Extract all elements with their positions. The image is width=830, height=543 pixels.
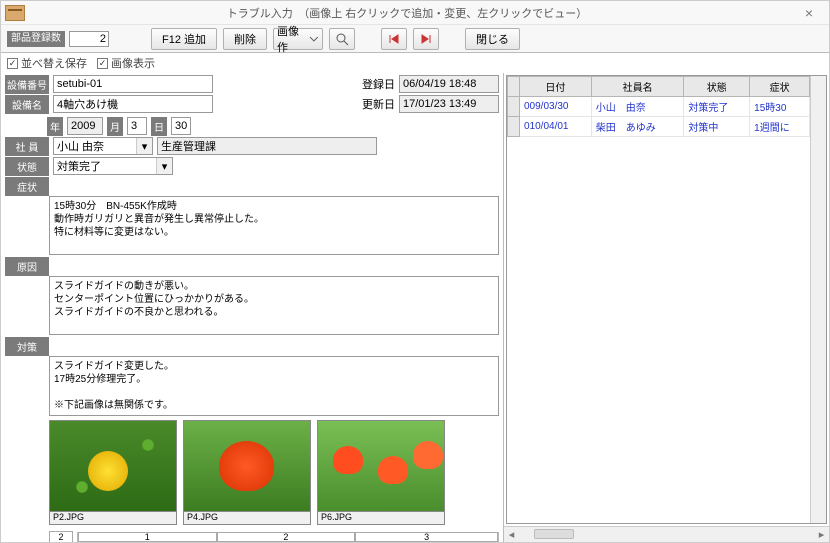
page-total: 2	[49, 531, 73, 542]
col-employee[interactable]: 社員名	[591, 77, 684, 97]
year-label: 年	[47, 117, 63, 136]
scroll-thumb[interactable]	[534, 529, 574, 539]
thumbnail-pager[interactable]: 2 1 2 3	[49, 529, 499, 542]
pager-seg[interactable]: 3	[355, 532, 498, 542]
nav-last-icon	[420, 34, 432, 44]
chevron-down-icon: ▾	[136, 138, 152, 154]
close-button[interactable]: 閉じる	[465, 28, 520, 50]
chevron-down-icon	[309, 34, 319, 44]
thumbnail-image[interactable]	[183, 420, 311, 512]
day-label: 日	[151, 117, 167, 136]
upd-date-field: 17/01/23 13:49	[399, 95, 499, 113]
action-textarea[interactable]: スライドガイド変更した。 17時25分修理完了。 ※下記画像は無関係です。	[49, 356, 499, 416]
cell-status: 対策完了	[684, 97, 750, 117]
status-label: 状態	[5, 157, 49, 176]
nav-last-button[interactable]	[413, 28, 439, 50]
equip-name-field[interactable]: 4軸穴あけ機	[53, 95, 213, 113]
equip-name-label: 設備名	[5, 95, 49, 114]
nav-first-icon	[388, 34, 400, 44]
day-field[interactable]: 30	[171, 117, 191, 135]
cell-date: 010/04/01	[520, 117, 592, 137]
employee-select[interactable]: 小山 由奈 ▾	[53, 137, 153, 155]
year-field[interactable]: 2009	[67, 117, 103, 135]
status-select[interactable]: 対策完了 ▾	[53, 157, 173, 175]
titlebar: トラブル入力 （画像上 右クリックで追加・変更、左クリックでビュー） ×	[1, 1, 829, 25]
reg-date-label: 登録日	[362, 76, 395, 92]
row-selector[interactable]	[508, 117, 520, 137]
row-selector-header	[508, 77, 520, 97]
cell-symptom: 1週間に	[750, 117, 810, 137]
col-symptom[interactable]: 症状	[750, 77, 810, 97]
parts-count-value: 2	[69, 31, 109, 47]
thumbnail-caption: P2.JPG	[49, 512, 177, 525]
thumbnail[interactable]: P2.JPG	[49, 420, 177, 525]
table-row[interactable]: 010/04/01 柴田 あゆみ 対策中 1週間に	[508, 117, 810, 137]
delete-button[interactable]: 削除	[223, 28, 267, 50]
month-label: 月	[107, 117, 123, 136]
toolbar-options: 並べ替え保存 画像表示	[1, 53, 829, 73]
col-status[interactable]: 状態	[684, 77, 750, 97]
f12-add-button[interactable]: F12 追加	[151, 28, 217, 50]
thumbnail-strip: P2.JPG P4.JPG P6.JPG	[49, 418, 499, 527]
history-grid[interactable]: 日付 社員名 状態 症状 009/03/30 小山 由奈 対策完了 15	[506, 75, 827, 524]
scroll-left-icon[interactable]: ◂	[504, 527, 519, 542]
thumbnail-caption: P6.JPG	[317, 512, 445, 525]
cell-date: 009/03/30	[520, 97, 592, 117]
cause-textarea[interactable]: スライドガイドの動きが悪い。 センターポイント位置にひっかかりがある。 スライド…	[49, 276, 499, 335]
history-table[interactable]: 日付 社員名 状態 症状 009/03/30 小山 由奈 対策完了 15	[507, 76, 810, 137]
month-field[interactable]: 3	[127, 117, 147, 135]
symptom-label: 症状	[5, 177, 49, 196]
equip-no-label: 設備番号	[5, 75, 49, 94]
window-close-button[interactable]: ×	[789, 3, 829, 23]
image-show-label: 画像表示	[111, 55, 155, 71]
magnifier-icon	[335, 32, 349, 46]
thumbnail[interactable]: P4.JPG	[183, 420, 311, 525]
equip-no-field[interactable]: setubi-01	[53, 75, 213, 93]
cell-symptom: 15時30	[750, 97, 810, 117]
cell-status: 対策中	[684, 117, 750, 137]
window-title: トラブル入力 （画像上 右クリックで追加・変更、左クリックでビュー）	[25, 5, 789, 21]
table-row[interactable]: 009/03/30 小山 由奈 対策完了 15時30	[508, 97, 810, 117]
thumbnail-image[interactable]	[317, 420, 445, 512]
horizontal-scrollbar[interactable]: ◂ ▸	[504, 526, 829, 542]
chevron-down-icon: ▾	[156, 158, 172, 174]
pager-track[interactable]: 1 2 3	[77, 532, 499, 542]
thumbnail[interactable]: P6.JPG	[317, 420, 445, 525]
action-label: 対策	[5, 337, 49, 356]
reg-date-field: 06/04/19 18:48	[399, 75, 499, 93]
sort-save-checkbox[interactable]: 並べ替え保存	[7, 55, 87, 71]
form-icon	[5, 5, 25, 21]
image-ops-label: 画像作	[277, 23, 309, 55]
symptom-textarea[interactable]: 15時30分 BN-455K作成時 動作時ガリガリと異音が発生し異常停止した。 …	[49, 196, 499, 255]
toolbar: 部品登録数 2 F12 追加 削除 画像作 閉じる	[1, 25, 829, 53]
pager-seg[interactable]: 1	[78, 532, 217, 542]
right-pane: 日付 社員名 状態 症状 009/03/30 小山 由奈 対策完了 15	[504, 73, 829, 542]
scroll-right-icon[interactable]: ▸	[814, 527, 829, 542]
col-date[interactable]: 日付	[520, 77, 592, 97]
body: 設備番号 setubi-01 登録日 06/04/19 18:48 設備名 4軸…	[1, 73, 829, 542]
image-ops-combo[interactable]: 画像作	[273, 28, 323, 50]
cell-emp: 小山 由奈	[591, 97, 684, 117]
row-selector[interactable]	[508, 97, 520, 117]
dept-field: 生産管理課	[157, 137, 377, 155]
parts-count-label: 部品登録数	[7, 31, 65, 47]
upd-date-label: 更新日	[362, 96, 395, 112]
cell-emp: 柴田 あゆみ	[591, 117, 684, 137]
app-window: トラブル入力 （画像上 右クリックで追加・変更、左クリックでビュー） × 部品登…	[0, 0, 830, 543]
nav-first-button[interactable]	[381, 28, 407, 50]
zoom-button[interactable]	[329, 28, 355, 50]
thumbnail-image[interactable]	[49, 420, 177, 512]
vertical-scrollbar[interactable]	[810, 76, 826, 523]
sort-save-label: 並べ替え保存	[21, 55, 87, 71]
cause-label: 原因	[5, 257, 49, 276]
left-pane: 設備番号 setubi-01 登録日 06/04/19 18:48 設備名 4軸…	[1, 73, 504, 542]
thumbnail-caption: P4.JPG	[183, 512, 311, 525]
pager-seg[interactable]: 2	[217, 532, 356, 542]
image-show-checkbox[interactable]: 画像表示	[97, 55, 155, 71]
employee-label: 社 員	[5, 137, 49, 156]
